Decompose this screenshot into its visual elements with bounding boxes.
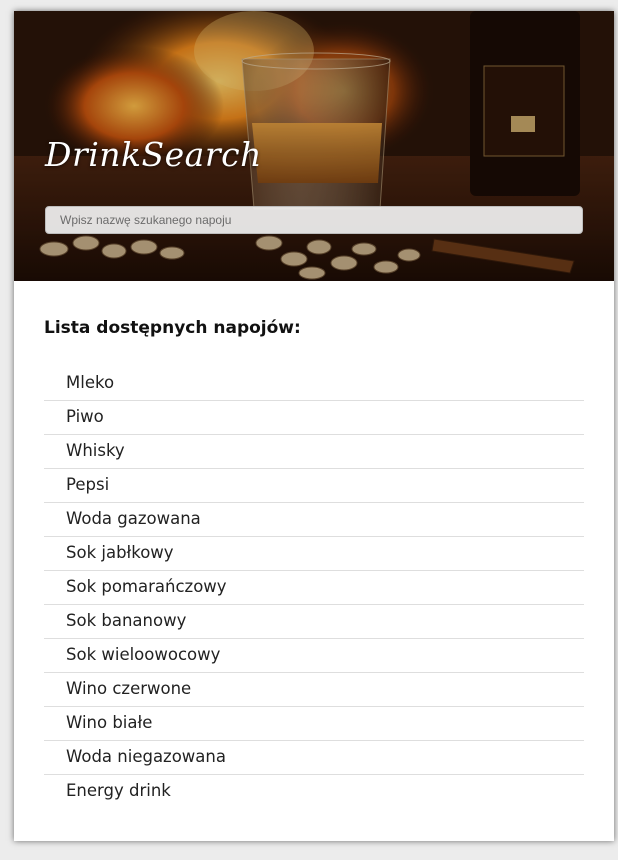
list-item: Sok jabłkowy [44,537,584,571]
list-item: Piwo [44,401,584,435]
drink-list: Mleko Piwo Whisky Pepsi Woda gazowana So… [44,367,584,808]
drink-list-section: Lista dostępnych napojów: Mleko Piwo Whi… [44,317,584,808]
list-item: Energy drink [66,781,171,800]
list-item: Whisky [44,435,584,469]
list-item: Wino czerwone [44,673,584,707]
list-heading: Lista dostępnych napojów: [44,318,301,338]
search-input[interactable] [45,206,583,234]
list-item: Mleko [44,367,584,401]
app-card: DrinkSearch Lista dostępnych napojów: Ml… [14,11,614,841]
list-item: Woda gazowana [44,503,584,537]
hero-banner: DrinkSearch [14,11,614,281]
list-item: Sok pomarańczowy [44,571,584,605]
list-item: Sok bananowy [44,605,584,639]
list-item: Wino białe [44,707,584,741]
app-logo: DrinkSearch [45,135,262,174]
list-item: Woda niegazowana [44,741,584,775]
list-item: Sok wieloowocowy [44,639,584,673]
list-item: Pepsi [44,469,584,503]
